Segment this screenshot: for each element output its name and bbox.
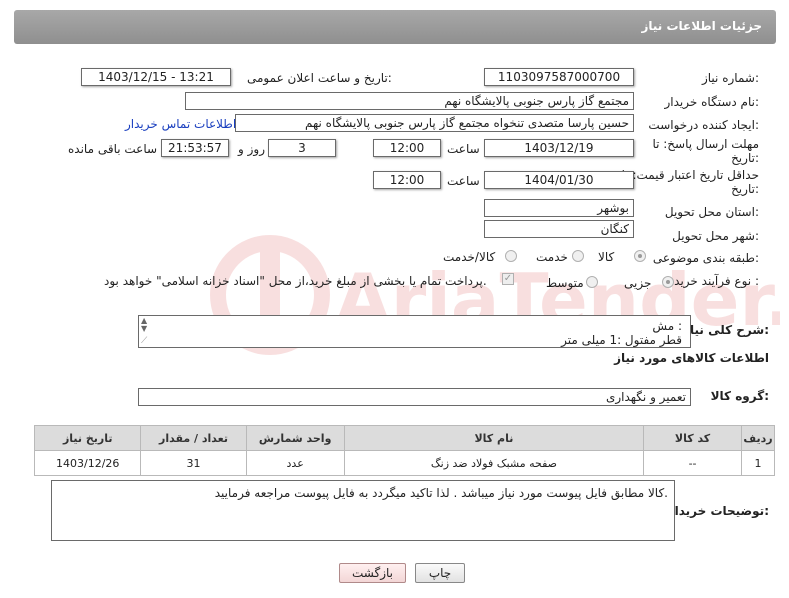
title-bar: جزئیات اطلاعات نیاز [14,10,776,44]
price-validity-label-date: تاریخ: [731,182,759,196]
remaining-time-label: ساعت باقی مانده [68,142,158,156]
reply-deadline-date: 1403/12/19 [484,139,634,157]
category-radio-goods[interactable] [634,250,646,262]
print-button[interactable]: چاپ [415,563,465,583]
summary-line-2: قطر مفتول :1 میلی متر [561,333,682,347]
price-validity-label: حداقل تاریخ اعتبار قیمت: تا [621,168,759,182]
reply-time-label: ساعت [447,142,480,156]
cell-row-number: 1 [741,450,775,476]
category-option-goods: کالا [598,250,615,264]
col-header-quantity: تعداد / مقدار [140,425,247,451]
province-label: استان محل تحویل: [664,205,759,219]
reply-deadline-label-date: تاریخ: [731,151,759,165]
col-header-item-code: کد کالا [643,425,743,451]
goods-table-header-row: ردیف کد کالا نام کالا واحد شمارش تعداد /… [33,425,775,451]
back-button[interactable]: بازگشت [339,563,406,583]
cell-unit: عدد [245,450,345,476]
reply-days-value: 3 [268,139,336,157]
announce-datetime-value: 1403/12/15 - 13:21 [81,68,231,86]
price-validity-date: 1404/01/30 [484,171,634,189]
col-header-need-date: تاریخ نیاز [33,425,142,451]
remaining-time-value: 21:53:57 [161,139,229,157]
need-number-value: 1103097587000700 [484,68,634,86]
treasury-payment-checkbox[interactable]: ✓ [502,273,514,285]
reply-deadline-label: مهلت ارسال پاسخ: تا [652,137,759,151]
need-number-label: شماره نیاز: [701,71,759,85]
col-header-item-name: نام کالا [343,425,645,451]
summary-textarea[interactable]: مش : قطر مفتول :1 میلی متر ▲ ▼ ⟋ [138,315,691,348]
category-radio-goods-service[interactable] [505,250,517,262]
city-value: کنگان [484,220,634,238]
requester-value: حسین پارسا متصدی تنخواه مجتمع گاز پارس ج… [235,114,634,132]
buyer-org-label: نام دستگاه خریدار: [664,95,760,109]
table-row: 1 -- صفحه مشبک فولاد ضد زنگ عدد 31 1403/… [33,450,775,476]
cell-need-date: 1403/12/26 [33,450,142,476]
goods-group-value: تعمیر و نگهداری [138,388,691,406]
summary-label: شرح کلی نیاز: [683,323,769,337]
purchase-radio-minor[interactable] [662,276,674,288]
summary-line-1: مش : [652,319,682,333]
goods-group-label: گروه کالا: [710,389,769,403]
category-label: طبقه بندی موضوعی: [652,251,759,265]
buyer-org-value: مجتمع گاز پارس جنوبی پالایشگاه نهم [185,92,634,110]
purchase-option-medium: متوسط [546,276,584,290]
purchase-option-minor: جزیی [624,276,652,290]
announce-datetime-label: تاریخ و ساعت اعلان عمومی: [247,71,392,85]
requester-label: ایجاد کننده درخواست: [648,118,759,132]
goods-table: ردیف کد کالا نام کالا واحد شمارش تعداد /… [33,425,775,476]
goods-section-title: اطلاعات کالاهای مورد نیاز [614,351,769,365]
category-option-service: خدمت [536,250,568,264]
purchase-type-label: نوع فرآیند خرید : [674,274,759,288]
category-radio-service[interactable] [572,250,584,262]
price-validity-time: 12:00 [373,171,441,189]
cell-quantity: 31 [140,450,247,476]
col-header-row-number: ردیف [741,425,775,451]
province-value: بوشهر [484,199,634,217]
cell-item-name: صفحه مشبک فولاد ضد زنگ [343,450,645,476]
buyer-notes-text: کالا مطابق فایل پیوست مورد نیاز میباشد .… [214,486,668,500]
category-option-goods-service: کالا/خدمت [443,250,496,264]
buyer-notes-label: توضیحات خریدار: [667,504,769,518]
city-label: شهر محل تحویل: [672,229,759,243]
page-title: جزئیات اطلاعات نیاز [641,19,762,33]
page: AriaTender.neT جزئیات اطلاعات نیاز شماره… [0,0,789,598]
scroll-arrows-icon[interactable]: ▲ ▼ [141,317,147,333]
reply-days-label: روز و [238,142,265,156]
buyer-contact-link[interactable]: اطلاعات تماس خریدار [125,117,236,131]
reply-deadline-time: 12:00 [373,139,441,157]
col-header-unit: واحد شمارش [245,425,345,451]
purchase-radio-medium[interactable] [586,276,598,288]
buyer-notes-textarea[interactable]: کالا مطابق فایل پیوست مورد نیاز میباشد .… [51,480,675,541]
price-validity-time-label: ساعت [447,174,480,188]
resize-grip-icon[interactable]: ⟋ [141,336,147,346]
cell-item-code: -- [643,450,743,476]
treasury-payment-note: پرداخت تمام یا بخشی از مبلغ خرید،از محل … [104,274,487,288]
